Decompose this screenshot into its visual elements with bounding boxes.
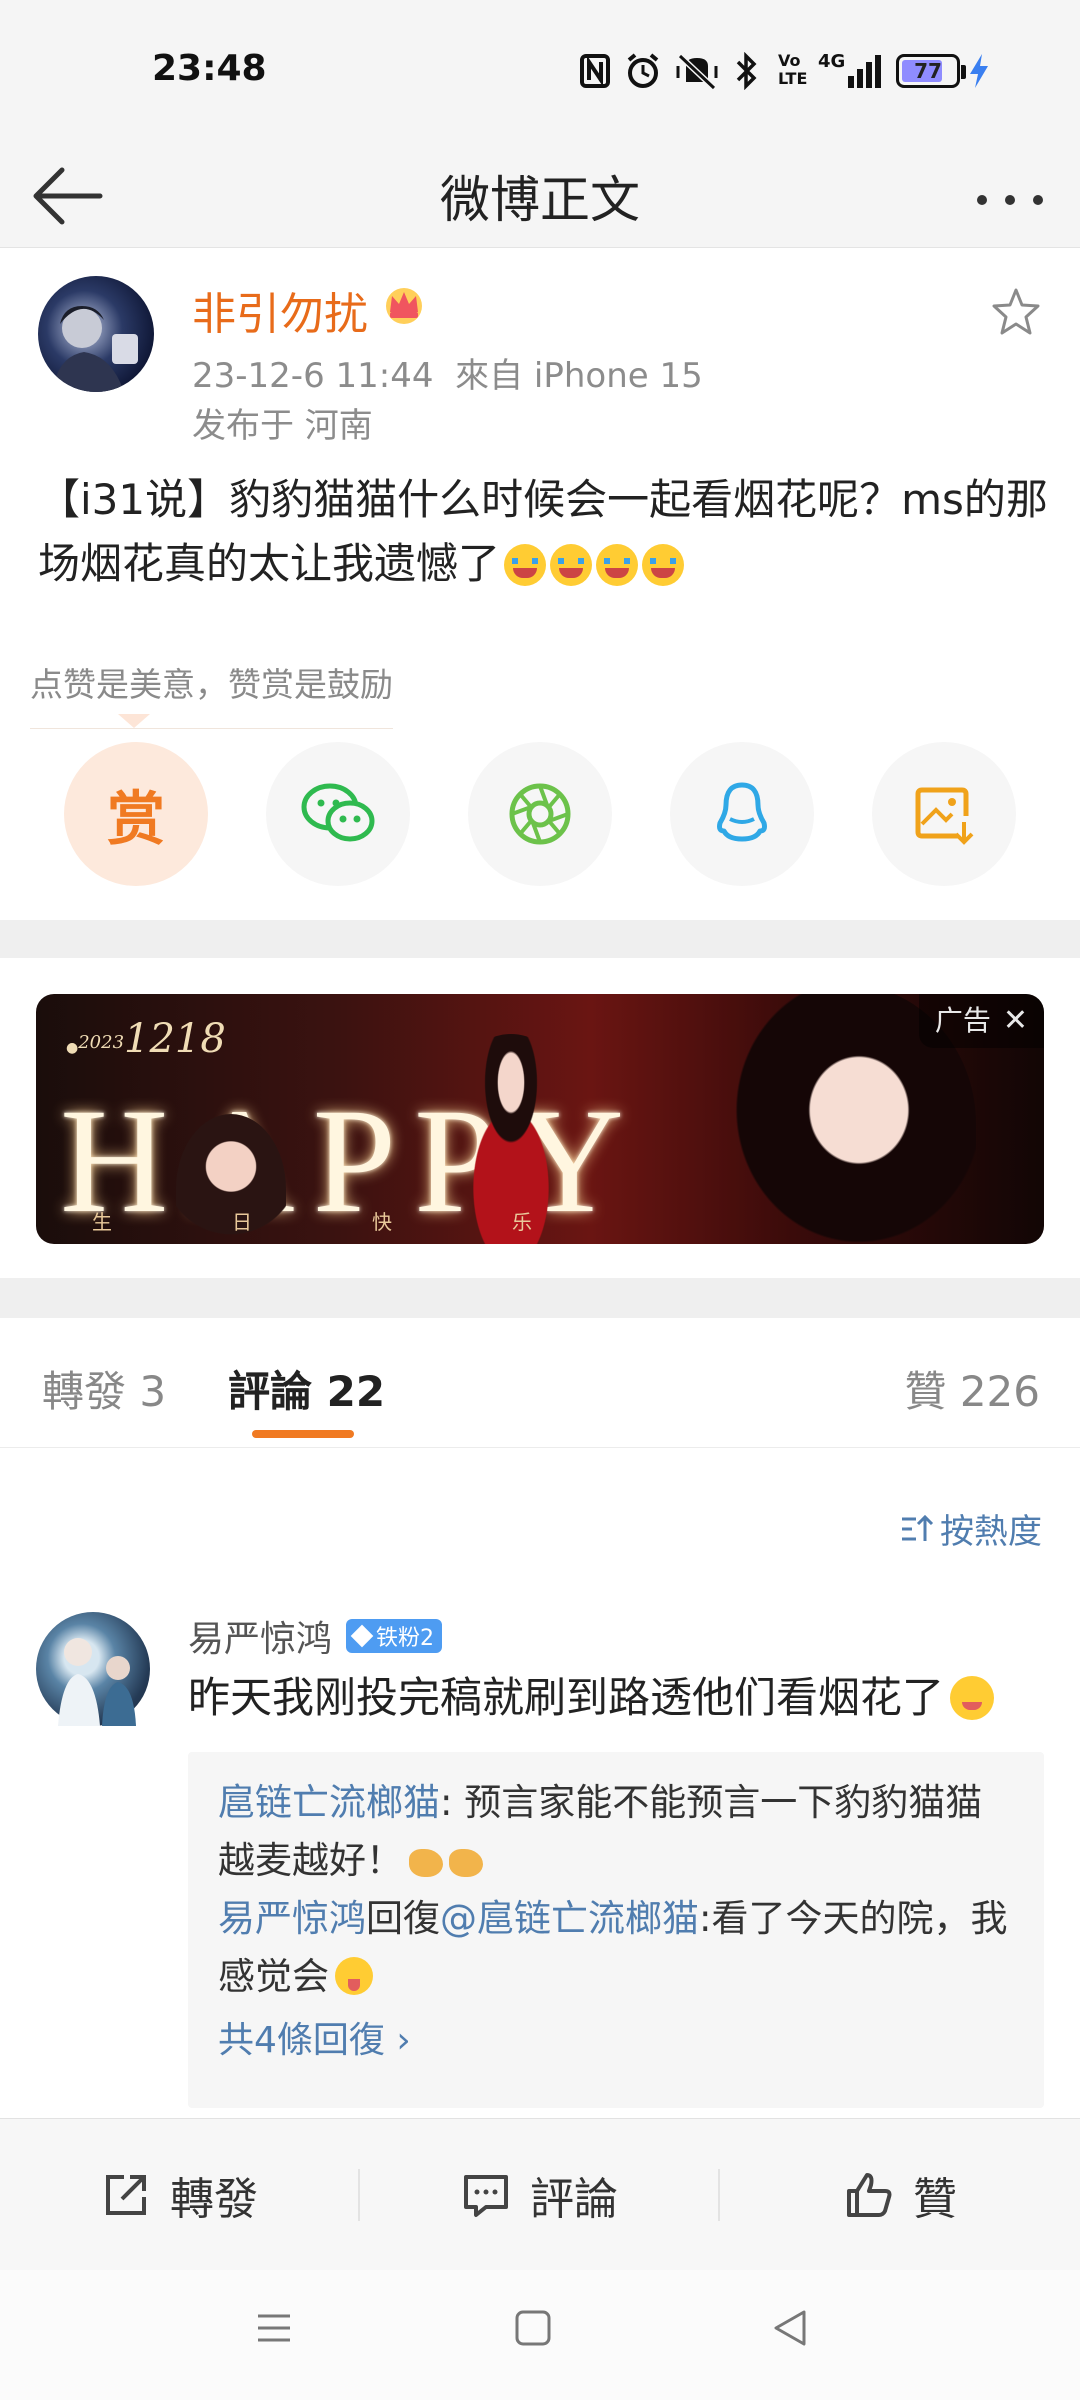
vip-crown-icon — [386, 288, 422, 324]
diamond-icon — [350, 1624, 374, 1648]
smile-emoji-icon — [950, 1676, 995, 1720]
comment-icon — [464, 2175, 508, 2217]
hint-pointer — [118, 714, 150, 728]
reply-item: 易严惊鸿回復@扈链亡流榔猫:看了今天的院，我感觉会 — [218, 1890, 1014, 2006]
reply-author[interactable]: 易严惊鸿 — [218, 1897, 366, 1940]
alarm-icon — [627, 53, 659, 88]
system-nav-bar — [0, 2270, 1080, 2400]
like-button[interactable]: 贊 — [720, 2119, 1080, 2271]
network-type: 4G — [818, 51, 846, 72]
post-location: 发布于 河南 — [192, 406, 373, 446]
active-tab-indicator — [252, 1430, 354, 1438]
section-gap — [0, 920, 1080, 958]
repost-button[interactable]: 轉發 — [0, 2119, 358, 2271]
clap-emoji-icon — [449, 1849, 483, 1877]
charging-icon — [970, 54, 988, 88]
nfc-icon — [580, 54, 610, 88]
section-gap — [0, 1278, 1080, 1318]
top-nav-bar: 微博正文 — [0, 140, 1080, 248]
reply-verb: 回復 — [366, 1897, 440, 1940]
crying-emoji-icon — [596, 544, 639, 586]
save-image-icon — [915, 787, 974, 845]
reply-author[interactable]: 扈链亡流榔猫 — [218, 1781, 440, 1824]
ad-close-icon[interactable]: ✕ — [1003, 1003, 1028, 1038]
comment-button[interactable]: 評論 — [360, 2119, 718, 2271]
bottom-action-bar: 轉發 評論 贊 — [0, 2118, 1080, 2270]
battery-icon: 77 — [896, 54, 966, 88]
back-nav-icon[interactable] — [770, 2308, 810, 2348]
ad-label: 广告 — [934, 1004, 991, 1037]
fan-badge: 铁粉2 — [346, 1619, 443, 1653]
moments-icon — [509, 783, 571, 845]
sort-icon — [902, 1514, 934, 1541]
clap-emoji-icon — [409, 1849, 443, 1877]
save-image-button[interactable] — [872, 742, 1016, 886]
favorite-star-icon[interactable] — [988, 284, 1044, 340]
more-dots-icon[interactable] — [970, 160, 1050, 230]
crying-emoji-icon — [550, 544, 593, 586]
ad-subtitle: 生日快乐 — [92, 1210, 652, 1234]
author-avatar[interactable] — [38, 276, 154, 392]
post-meta: 23-12-6 11:44 來自 iPhone 15 — [192, 356, 703, 396]
comment-label: 評論 — [530, 2174, 618, 2225]
status-time: 23:48 — [152, 48, 267, 89]
post-body: 【i31说】豹豹猫猫什么时候会一起看烟花呢？ms的那场烟花真的太让我遗憾了 — [38, 468, 1048, 596]
detail-tabs: 轉發 3 評論 22 贊 226 — [0, 1318, 1080, 1448]
share-qq-button[interactable] — [670, 742, 814, 886]
reply-mention[interactable]: @扈链亡流榔猫 — [440, 1897, 699, 1940]
volte-icon: Vo LTE — [778, 51, 808, 88]
author-name[interactable]: 非引勿扰 — [192, 278, 368, 342]
reply-preview-box[interactable]: 扈链亡流榔猫: 预言家能不能预言一下豹豹猫猫越麦越好！ 易严惊鸿回復@扈链亡流榔… — [188, 1752, 1044, 2108]
wechat-icon — [301, 783, 375, 842]
reward-button[interactable]: 赏 — [64, 742, 208, 886]
page-title: 微博正文 — [440, 171, 640, 229]
signal-icon — [848, 55, 881, 88]
repost-label: 轉發 — [170, 2174, 258, 2225]
post-card: 非引勿扰 23-12-6 11:44 來自 iPhone 15 发布于 河南 【… — [0, 248, 1080, 920]
bluetooth-icon — [736, 52, 757, 90]
more-replies-link[interactable]: 共4條回復 › — [218, 2012, 1014, 2070]
menu-nav-icon[interactable] — [254, 2308, 294, 2348]
tab-comments[interactable]: 評論 22 — [228, 1358, 385, 1419]
status-bar: 23:48 Vo LTE 4G 77 — [0, 0, 1080, 140]
comment-author: 易严惊鸿 铁粉2 — [188, 1610, 443, 1662]
sort-label: 按熱度 — [940, 1512, 1042, 1552]
home-nav-icon[interactable] — [514, 2308, 552, 2348]
reward-label: 赏 — [106, 785, 165, 853]
mute-vibrate-icon — [676, 53, 718, 90]
qq-icon — [717, 782, 767, 842]
thumbs-up-icon — [847, 2173, 892, 2217]
crying-emoji-icon — [504, 544, 547, 586]
reward-hint: 点赞是美意，赞赏是鼓励 — [30, 658, 393, 729]
commenter-avatar[interactable] — [36, 1612, 150, 1726]
tongue-emoji-icon — [335, 1957, 373, 1995]
share-wechat-button[interactable] — [266, 742, 410, 886]
reply-item: 扈链亡流榔猫: 预言家能不能预言一下豹豹猫猫越麦越好！ — [218, 1774, 1014, 1890]
ad-tag[interactable]: 广告 ✕ — [918, 994, 1044, 1048]
comment-text: 昨天我刚投完稿就刷到路透他们看烟花了 — [188, 1670, 1048, 1726]
share-icon — [106, 2175, 146, 2215]
sort-by-hot-button[interactable]: 按熱度 — [898, 1504, 1042, 1553]
ad-banner[interactable]: ●20231218 HAPPY 生日快乐 广告 ✕ — [36, 994, 1044, 1244]
tab-repost[interactable]: 轉發 3 — [42, 1358, 166, 1419]
battery-text: 77 — [914, 59, 942, 83]
ad-date: ●20231218 — [66, 1016, 226, 1062]
comment-author-name[interactable]: 易严惊鸿 — [188, 1610, 332, 1662]
share-moments-button[interactable] — [468, 742, 612, 886]
tab-likes[interactable]: 贊 226 — [904, 1358, 1040, 1419]
like-label: 贊 — [913, 2174, 957, 2225]
crying-emoji-icon — [642, 544, 685, 586]
